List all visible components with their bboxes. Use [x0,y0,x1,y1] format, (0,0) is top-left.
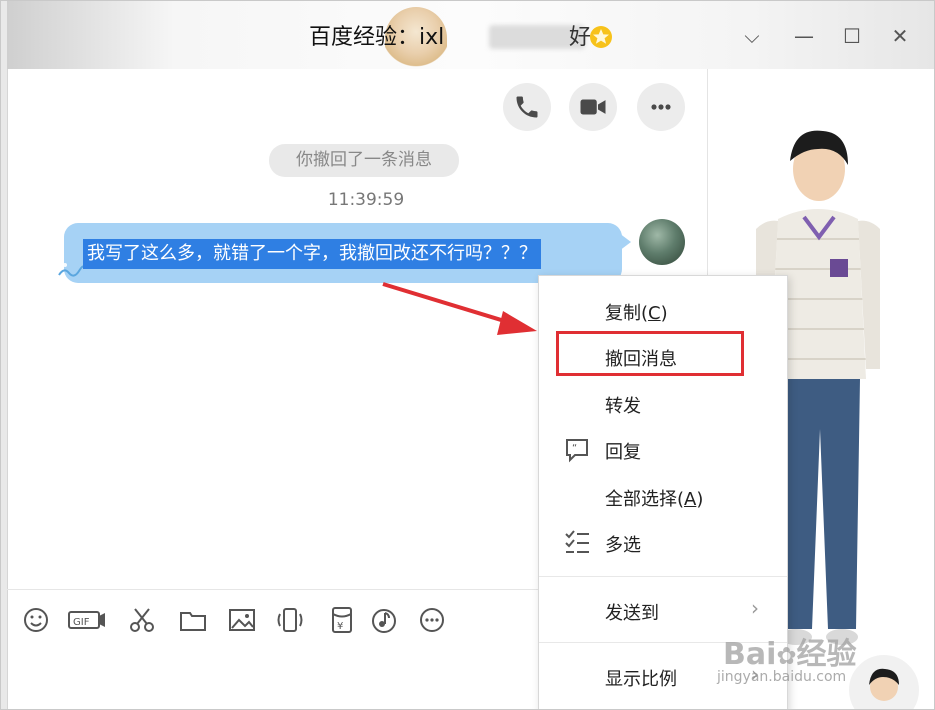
menu-item-forward[interactable]: 转发 [605,392,641,418]
close-button[interactable]: ✕ [887,23,913,49]
recall-notice: 你撤回了一条消息 [269,144,459,177]
more-circle-icon[interactable] [417,605,447,635]
annotation-arrow [382,282,537,335]
dropdown-button[interactable]: ⌵ [739,23,765,49]
window-title-prefix: 百度经验：ixl [309,25,445,50]
more-icon [651,104,671,110]
video-call-button[interactable] [569,83,617,131]
emoji-icon[interactable] [21,605,51,635]
menu-item-zoom-ratio[interactable]: 显示比例 [605,665,677,691]
chat-window: 百度经验：ixl 好 ⌵ — ☐ ✕ 你撤回了一条消息 11:39:59 我写了… [0,0,935,710]
gif-icon[interactable]: GIF [67,605,107,635]
menu-item-reply[interactable]: 回复 [605,438,641,464]
avatar-face-icon [869,668,899,701]
red-packet-icon[interactable]: ¥ [327,605,357,635]
svg-text:GIF: GIF [73,617,90,628]
menu-item-select-all[interactable]: 全部选择(A) [605,485,703,511]
phone-icon [516,96,538,118]
bubble-wave-decoration-icon [58,263,85,277]
window-title: 百度经验：ixl [309,19,444,51]
user-avatar[interactable] [639,219,685,265]
voice-call-button[interactable] [503,83,551,131]
menu-item-copy[interactable]: 复制(C) [605,299,668,325]
window-title-suffix: 好 [569,25,592,50]
menu-item-multi-select[interactable]: 多选 [605,531,641,557]
menu-item-send-to[interactable]: 发送到 [605,599,659,625]
minimize-button[interactable]: — [791,23,817,49]
message-timestamp: 11:39:59 [327,190,405,210]
multi-select-icon [565,530,589,553]
folder-icon[interactable] [178,605,208,635]
more-options-button[interactable] [637,83,685,131]
annotation-highlight-box [556,331,744,376]
shake-icon[interactable] [275,605,305,635]
message-bubble-tail [619,233,631,251]
image-icon[interactable] [227,605,257,635]
scissors-icon[interactable] [127,605,157,635]
paw-icon: ✿ [776,642,797,670]
reply-quote-icon: “ [566,439,588,463]
baidu-watermark-logo: Bai✿经验 [723,637,857,672]
corner-avatar-thumbnail [847,653,921,709]
music-icon[interactable] [369,605,399,635]
submenu-arrow-icon: › [751,596,759,620]
svg-text:¥: ¥ [337,621,343,632]
watermark-url: jingyan.baidu.com [717,669,847,685]
background-window-edge [1,1,8,709]
svg-text:“: “ [572,443,577,454]
maximize-button[interactable]: ☐ [839,23,865,49]
menu-separator [539,576,787,577]
vip-star-icon [590,26,612,48]
video-camera-icon [580,99,606,115]
message-text-selected[interactable]: 我写了这么多，就错了一个字，我撤回改还不行吗？？？ [83,239,541,269]
